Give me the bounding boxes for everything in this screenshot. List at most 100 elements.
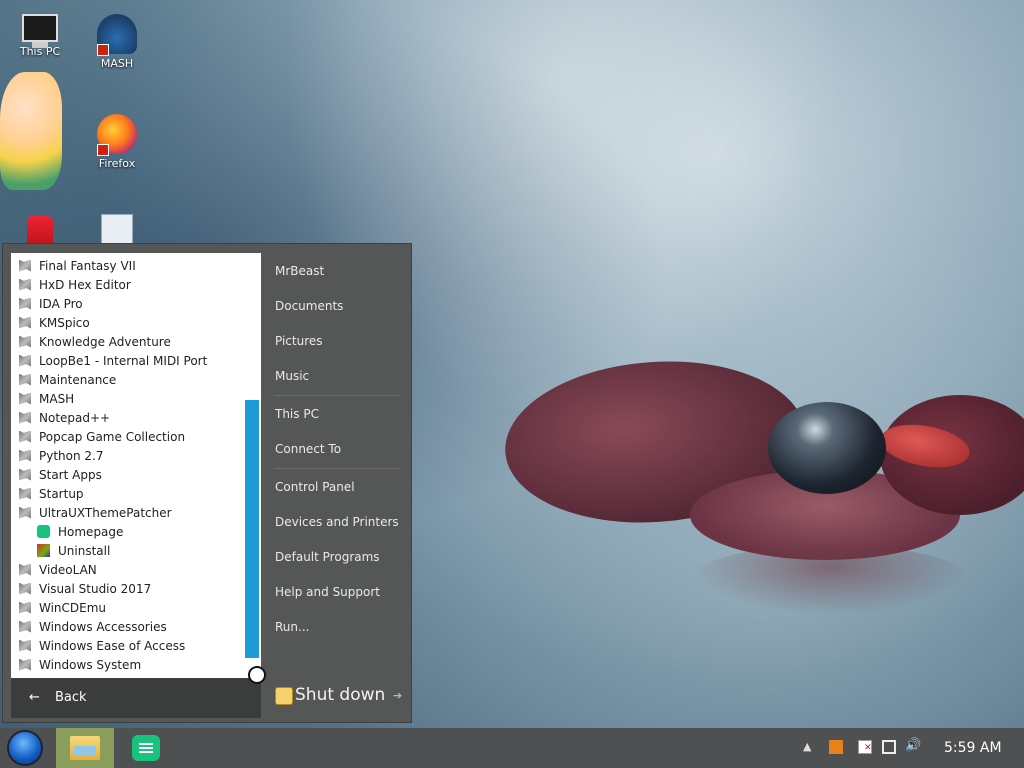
desktop-icon-label: Firefox [98, 157, 136, 170]
program-item[interactable]: IDA Pro [19, 294, 83, 313]
start-menu-places: MrBeast Documents Pictures Music This PC… [265, 244, 411, 722]
shutdown-options-arrow-icon[interactable]: ➔ [393, 689, 402, 702]
program-label: Maintenance [39, 372, 117, 387]
places-divider [275, 468, 400, 469]
computer-icon [22, 14, 58, 48]
desktop-icon-mash[interactable]: MASH [82, 14, 152, 70]
program-label: HxD Hex Editor [39, 277, 131, 292]
program-item[interactable]: UltraUXThemePatcher [19, 503, 172, 522]
program-label: UltraUXThemePatcher [39, 505, 172, 520]
program-item[interactable]: Knowledge Adventure [19, 332, 171, 351]
program-label: VideoLAN [39, 562, 97, 577]
volume-icon[interactable]: 🔊 [905, 738, 921, 753]
place-item-run[interactable]: Run... [275, 620, 309, 634]
taskbar-clock[interactable]: 5:59 AM [944, 740, 1002, 756]
program-folder-icon [19, 506, 31, 519]
program-item[interactable]: HxD Hex Editor [19, 275, 131, 294]
homepage-icon [37, 525, 50, 538]
tray-app-icon[interactable] [829, 740, 843, 754]
program-label: KMSpico [39, 315, 90, 330]
back-label: Back [55, 690, 87, 705]
shutdown-icon [275, 687, 293, 705]
wallpaper-reflection [690, 545, 970, 615]
program-folder-icon [19, 278, 31, 291]
place-item-connect-to[interactable]: Connect To [275, 442, 341, 456]
show-hidden-icons-chevron-icon[interactable]: ▲ [803, 740, 811, 753]
program-label: Python 2.7 [39, 448, 104, 463]
taskbar-file-explorer[interactable] [56, 728, 114, 768]
program-folder-icon [19, 658, 31, 671]
program-label: Homepage [58, 524, 124, 539]
program-item[interactable]: Start Apps [19, 465, 102, 484]
program-folder-icon [19, 373, 31, 386]
program-item-homepage[interactable]: Homepage [37, 522, 123, 541]
program-item[interactable]: Maintenance [19, 370, 116, 389]
cartoon-character-icon[interactable] [0, 72, 62, 190]
place-item-pictures[interactable]: Pictures [275, 334, 323, 348]
uninstall-icon [37, 544, 50, 557]
program-item[interactable]: Visual Studio 2017 [19, 579, 151, 598]
firefox-icon [97, 114, 137, 156]
program-folder-icon [19, 449, 31, 462]
program-item[interactable]: Notepad++ [19, 408, 110, 427]
program-folder-icon [19, 354, 31, 367]
taskbar-notes-app-icon[interactable] [132, 735, 160, 761]
program-folder-icon [19, 639, 31, 652]
program-label: Windows System [39, 657, 142, 672]
back-button[interactable]: ← Back [11, 678, 261, 718]
program-label: Windows Ease of Access [39, 638, 186, 653]
program-item[interactable]: Final Fantasy VII [19, 256, 136, 275]
program-item[interactable]: KMSpico [19, 313, 90, 332]
place-item-this-pc[interactable]: This PC [275, 407, 319, 421]
program-label: IDA Pro [39, 296, 83, 311]
busy-cursor-icon [248, 666, 266, 684]
start-menu: Final Fantasy VII HxD Hex Editor IDA Pro… [2, 243, 412, 723]
program-item[interactable]: Python 2.7 [19, 446, 104, 465]
program-label: Visual Studio 2017 [39, 581, 152, 596]
program-item[interactable]: VideoLAN [19, 560, 97, 579]
place-item-default-programs[interactable]: Default Programs [275, 550, 380, 564]
program-folder-icon [19, 601, 31, 614]
program-item[interactable]: WinCDEmu [19, 598, 106, 617]
program-folder-icon [19, 259, 31, 272]
program-label: Windows Accessories [39, 619, 167, 634]
program-item[interactable]: Windows System [19, 655, 141, 674]
desktop-icon-label: MASH [100, 57, 134, 70]
place-item-control-panel[interactable]: Control Panel [275, 480, 355, 494]
program-folder-icon [19, 582, 31, 595]
desktop-icon-this-pc[interactable]: This PC [5, 8, 75, 58]
place-item-music[interactable]: Music [275, 369, 309, 383]
program-folder-icon [19, 297, 31, 310]
action-center-flag-icon[interactable] [858, 740, 872, 754]
program-item[interactable]: Windows Accessories [19, 617, 167, 636]
program-item-uninstall[interactable]: Uninstall [37, 541, 110, 560]
program-item[interactable]: LoopBe1 - Internal MIDI Port [19, 351, 207, 370]
program-label: Popcap Game Collection [39, 429, 186, 444]
program-item[interactable]: Windows Ease of Access [19, 636, 185, 655]
program-label: Knowledge Adventure [39, 334, 171, 349]
taskbar: ▲ 🔊 5:59 AM [0, 728, 1024, 768]
place-item-documents[interactable]: Documents [275, 299, 343, 313]
program-item[interactable]: MASH [19, 389, 74, 408]
program-folder-icon [19, 316, 31, 329]
start-button[interactable] [7, 730, 43, 766]
all-programs-list: Final Fantasy VII HxD Hex Editor IDA Pro… [11, 253, 261, 678]
program-label: MASH [39, 391, 75, 406]
program-item[interactable]: Popcap Game Collection [19, 427, 185, 446]
program-label: Uninstall [58, 543, 111, 558]
desktop-icon-firefox[interactable]: Firefox [82, 114, 152, 170]
programs-scrollbar-thumb[interactable] [245, 400, 259, 658]
program-folder-icon [19, 468, 31, 481]
place-item-user[interactable]: MrBeast [275, 264, 324, 278]
program-label: Startup [39, 486, 84, 501]
place-item-devices-printers[interactable]: Devices and Printers [275, 515, 399, 529]
program-item[interactable]: Startup [19, 484, 84, 503]
program-label: WinCDEmu [39, 600, 107, 615]
program-folder-icon [19, 487, 31, 500]
shutdown-button[interactable]: Shut down [295, 685, 385, 705]
network-icon[interactable] [882, 740, 896, 754]
wallpaper-water-drop [768, 402, 886, 494]
place-item-help-support[interactable]: Help and Support [275, 585, 380, 599]
back-arrow-icon: ← [29, 690, 40, 705]
program-label: LoopBe1 - Internal MIDI Port [39, 353, 208, 368]
